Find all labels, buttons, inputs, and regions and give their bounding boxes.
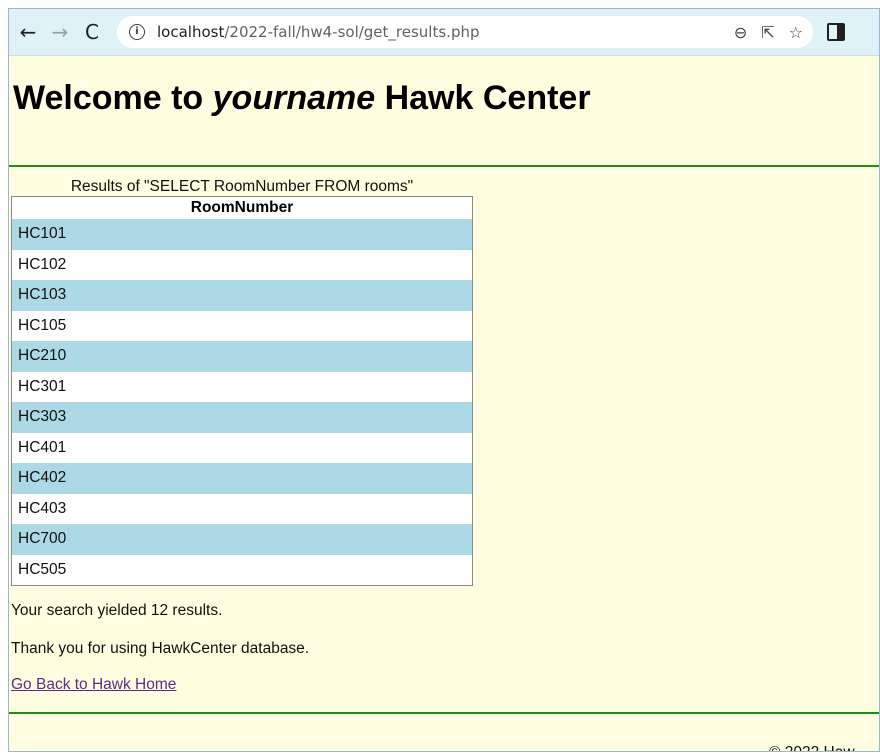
table-caption: Results of "SELECT RoomNumber FROM rooms…: [70, 178, 414, 195]
browser-toolbar: ← → C i localhost/2022-fall/hw4-sol/get_…: [9, 9, 879, 56]
zoom-icon[interactable]: ⊖: [734, 23, 747, 42]
room-number-cell: HC401: [11, 432, 473, 463]
info-icon[interactable]: i: [129, 24, 145, 40]
room-number-cell: HC101: [11, 219, 473, 250]
room-number-cell: HC402: [11, 463, 473, 494]
address-bar[interactable]: i localhost/2022-fall/hw4-sol/get_result…: [117, 16, 813, 48]
top-divider: [9, 165, 879, 167]
url-path: /2022-fall/hw4-sol/get_results.php: [224, 23, 480, 41]
thank-you-text: Thank you for using HawkCenter database.: [11, 640, 310, 657]
footer-copyright: © 2022 Haw: [769, 744, 855, 751]
room-number-cell: HC700: [11, 524, 473, 555]
url-text[interactable]: localhost/2022-fall/hw4-sol/get_results.…: [157, 23, 480, 41]
table-row: HC105: [11, 310, 473, 341]
page-content: Welcome to yourname Hawk Center Results …: [9, 78, 879, 751]
reload-icon[interactable]: C: [77, 17, 107, 47]
bottom-divider: [9, 712, 879, 714]
browser-window: ← → C i localhost/2022-fall/hw4-sol/get_…: [8, 8, 880, 752]
omnibox-actions: ⊖ ⇱ ☆: [734, 16, 803, 48]
room-number-cell: HC105: [11, 310, 473, 341]
table-row: HC303: [11, 402, 473, 433]
table-row: HC401: [11, 432, 473, 463]
table-row: HC101: [11, 219, 473, 250]
table-row: HC700: [11, 524, 473, 555]
room-number-cell: HC210: [11, 341, 473, 372]
table-row: HC403: [11, 493, 473, 524]
table-row: HC103: [11, 280, 473, 311]
table-row: HC301: [11, 371, 473, 402]
share-icon[interactable]: ⇱: [761, 23, 774, 42]
table-row: HC210: [11, 341, 473, 372]
room-number-cell: HC303: [11, 402, 473, 433]
results-table: RoomNumber HC101 HC102 HC103 HC105 HC210 HC30…: [11, 196, 473, 586]
result-count-text: Your search yielded 12 results.: [11, 602, 223, 619]
side-panel-icon[interactable]: [827, 23, 845, 41]
room-number-cell: HC403: [11, 493, 473, 524]
column-header-roomnumber: RoomNumber: [11, 196, 473, 219]
url-host: localhost: [157, 23, 225, 41]
title-prefix: Welcome to: [13, 79, 213, 117]
room-number-cell: HC301: [11, 371, 473, 402]
room-number-cell: HC505: [11, 554, 473, 586]
table-row: HC102: [11, 249, 473, 280]
table-row: HC402: [11, 463, 473, 494]
star-icon[interactable]: ☆: [789, 23, 803, 42]
title-name: yourname: [212, 79, 376, 117]
room-number-cell: HC103: [11, 280, 473, 311]
room-number-cell: HC102: [11, 249, 473, 280]
back-arrow-icon[interactable]: ←: [13, 17, 43, 47]
forward-arrow-icon[interactable]: →: [45, 17, 75, 47]
page-title: Welcome to yourname Hawk Center: [13, 78, 877, 118]
title-suffix: Hawk Center: [375, 79, 591, 117]
go-back-link[interactable]: Go Back to Hawk Home: [11, 676, 176, 694]
table-row: HC505: [11, 554, 473, 586]
